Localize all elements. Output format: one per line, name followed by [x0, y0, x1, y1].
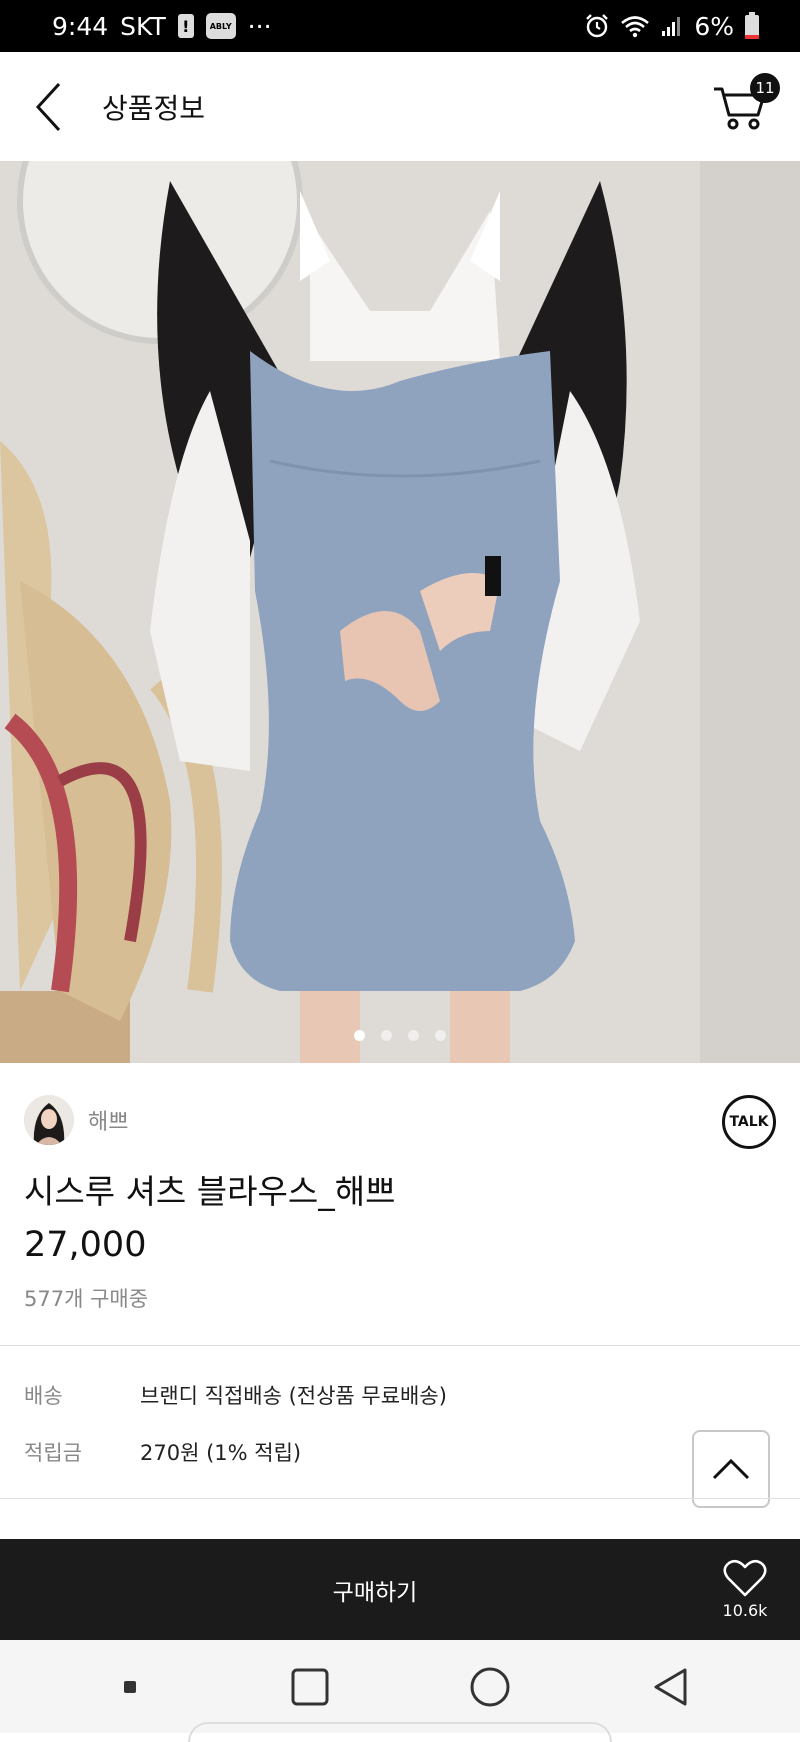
status-time: 9:44 — [52, 11, 109, 41]
home-indicator — [188, 1722, 612, 1742]
seller-name[interactable]: 해쁘 — [88, 1104, 128, 1136]
points-value: 270원 (1% 적립) — [140, 1441, 302, 1465]
shipping-label: 배송 — [24, 1384, 63, 1408]
battery-percent: 6% — [694, 11, 734, 41]
next-section-peek — [24, 1530, 184, 1538]
system-nav-bar — [0, 1640, 800, 1733]
cart-count-badge: 11 — [750, 72, 780, 103]
nav-menu-button[interactable] — [90, 1652, 170, 1722]
status-left: 9:44 SKT ! ABLY ··· — [52, 12, 272, 41]
shipping-value: 브랜디 직접배송 (전상품 무료배송) — [140, 1384, 447, 1408]
product-photo — [0, 161, 800, 1063]
shipping-row: 배송 브랜디 직접배송 (전상품 무료배송) — [24, 1380, 447, 1410]
cart-button[interactable]: 11 — [712, 72, 780, 137]
like-button[interactable]: 10.6k — [690, 1539, 800, 1640]
alert-icon: ! — [177, 14, 194, 38]
more-notifications: ··· — [247, 11, 272, 41]
clipped-section-title — [24, 1537, 184, 1538]
app-badge-icon: ABLY — [205, 13, 236, 39]
carousel-dot[interactable] — [435, 1030, 446, 1041]
talk-button[interactable]: TALK — [722, 1095, 776, 1149]
status-carrier: SKT — [120, 11, 166, 41]
alarm-icon — [586, 14, 609, 38]
status-bar: 9:44 SKT ! ABLY ··· 6% — [0, 0, 800, 52]
purchase-bar: 구매하기 10.6k — [0, 1539, 800, 1640]
product-image-carousel[interactable] — [0, 161, 800, 1063]
carousel-dot[interactable] — [381, 1030, 392, 1041]
chevron-up-icon — [712, 1458, 750, 1480]
back-triangle-icon — [654, 1668, 687, 1705]
carousel-dot[interactable] — [354, 1030, 365, 1041]
wifi-icon — [621, 16, 650, 38]
signal-icon — [662, 17, 681, 36]
status-right: 6% — [584, 12, 760, 41]
buyer-count: 577개 구매중 — [24, 1287, 149, 1311]
seller-avatar[interactable] — [24, 1095, 74, 1145]
points-label: 적립금 — [24, 1441, 82, 1465]
like-count: 10.6k — [722, 1601, 768, 1620]
page-title: 상품정보 — [102, 91, 206, 125]
carousel-indicator — [0, 1030, 800, 1041]
divider — [0, 1498, 800, 1499]
buy-button[interactable]: 구매하기 — [0, 1539, 690, 1640]
product-name: 시스루 셔츠 블라우스_해쁘 — [24, 1172, 396, 1211]
scroll-to-top-button[interactable] — [692, 1430, 770, 1508]
divider — [0, 1345, 800, 1346]
heart-icon — [723, 1559, 767, 1597]
app-header: 상품정보 11 — [0, 52, 800, 161]
nav-home-button[interactable] — [450, 1652, 530, 1722]
battery-icon — [745, 12, 759, 39]
back-button[interactable] — [28, 77, 68, 137]
nav-back-button[interactable] — [630, 1652, 710, 1722]
dot-icon — [124, 1680, 136, 1693]
recents-icon — [291, 1668, 329, 1705]
points-row: 적립금 270원 (1% 적립) — [24, 1437, 301, 1467]
nav-recents-button[interactable] — [270, 1652, 350, 1722]
product-price: 27,000 — [24, 1225, 147, 1265]
carousel-dot[interactable] — [408, 1030, 419, 1041]
seller-row[interactable]: 해쁘 — [24, 1095, 128, 1145]
home-icon — [470, 1667, 510, 1706]
avatar-image — [24, 1095, 74, 1145]
chevron-left-icon — [35, 82, 61, 131]
